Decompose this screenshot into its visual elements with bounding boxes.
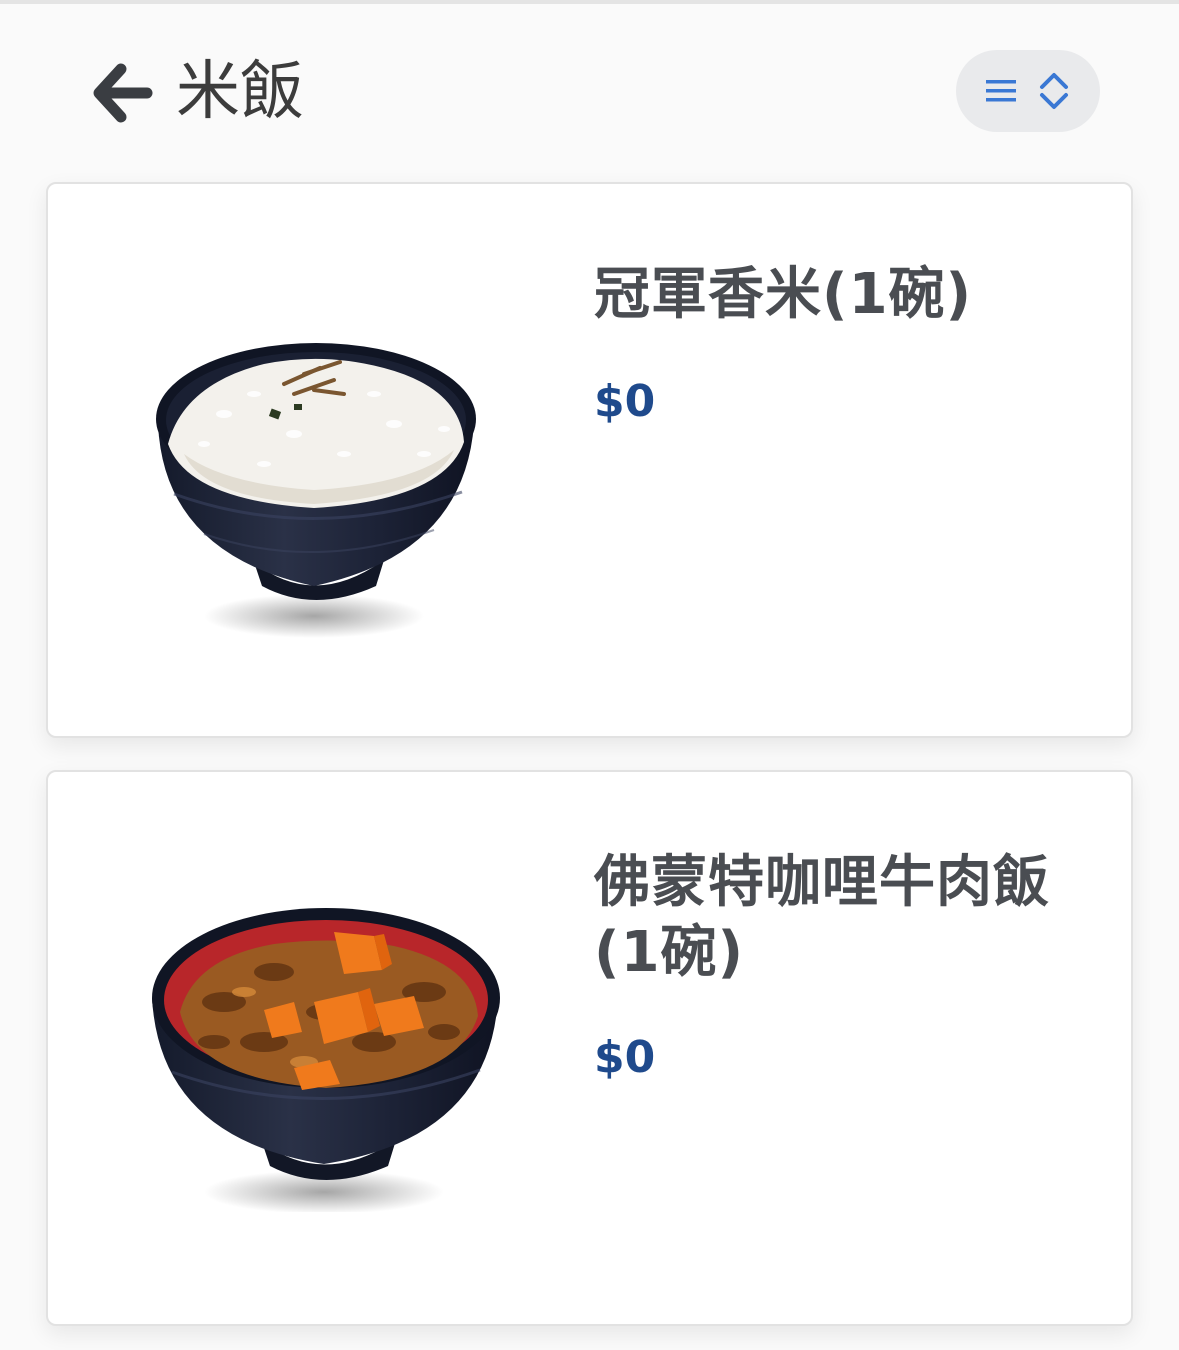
chevron-up-down-icon (1040, 73, 1068, 109)
menu-item-price: $0 (594, 376, 656, 427)
arrow-left-icon (93, 63, 153, 123)
white-rice-bowl-image (156, 343, 476, 638)
menu-item-name: 佛蒙特咖哩牛肉飯(1碗) (594, 850, 1050, 985)
menu-item-name: 冠軍香米(1碗) (594, 262, 973, 327)
menu-item-card[interactable]: 冠軍香米(1碗) $0 (46, 182, 1133, 738)
curry-beef-rice-bowl-image (152, 908, 500, 1212)
page-title: 米飯 (176, 55, 304, 129)
menu-lines-icon (986, 80, 1016, 102)
menu-item-price: $0 (594, 1032, 656, 1083)
page-header: 米飯 (0, 4, 1179, 174)
sort-toggle-button[interactable] (956, 50, 1100, 132)
menu-item-card[interactable]: 佛蒙特咖哩牛肉飯(1碗) $0 (46, 770, 1133, 1326)
back-button[interactable] (88, 58, 158, 128)
